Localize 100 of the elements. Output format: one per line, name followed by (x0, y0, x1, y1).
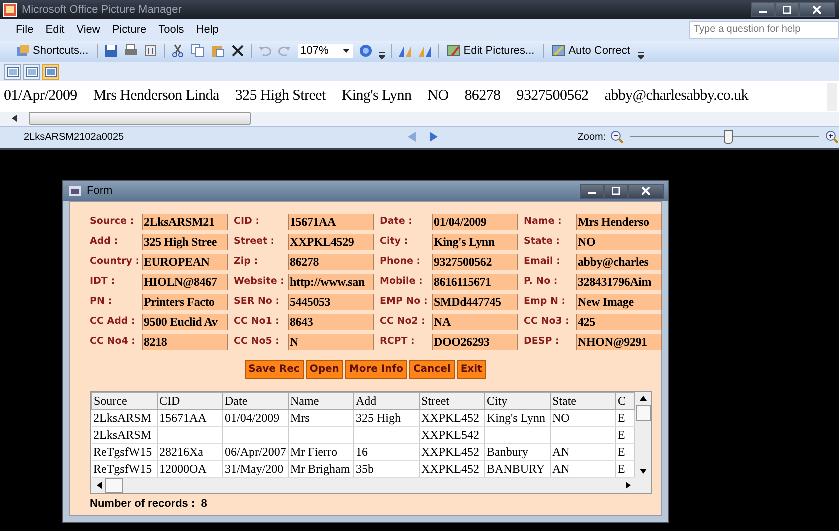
overflow-icon[interactable] (638, 50, 644, 60)
input-field[interactable]: SMDd447745 (432, 294, 518, 310)
vertical-scrollbar[interactable] (635, 392, 651, 478)
maximize-button[interactable] (604, 184, 628, 198)
input-field[interactable]: NHON@9291 (576, 334, 662, 350)
next-icon[interactable] (430, 132, 438, 142)
input-field[interactable]: 5445053 (288, 294, 374, 310)
input-field[interactable]: 86278 (288, 254, 374, 270)
input-field[interactable]: HIOLN@8467 (142, 274, 228, 290)
scroll-left-icon[interactable] (97, 482, 102, 489)
input-field[interactable]: 8643 (288, 314, 374, 330)
help-search-field[interactable]: Type a question for help (689, 20, 839, 39)
column-header[interactable]: Street (419, 392, 484, 410)
scroll-up-icon[interactable] (640, 396, 646, 401)
input-field[interactable]: 8218 (142, 334, 228, 350)
horizontal-scrollbar[interactable] (0, 112, 839, 126)
table-cell: XXPKL542 (422, 428, 480, 442)
input-field[interactable]: XXPKL4529 (288, 234, 374, 250)
auto-correct-button[interactable]: Auto Correct (550, 44, 632, 58)
scrollbar-thumb[interactable] (29, 112, 251, 126)
table-cell: 2LksARSM (94, 410, 152, 424)
scrollbar-thumb[interactable] (636, 405, 650, 421)
input-field[interactable]: King's Lynn (432, 234, 518, 250)
close-icon (642, 187, 650, 195)
input-field[interactable]: N (288, 334, 374, 350)
menu-item[interactable]: Help (196, 24, 219, 36)
column-header[interactable]: State (550, 392, 616, 410)
input-field[interactable]: 425 (576, 314, 662, 330)
menu-item[interactable]: Tools (158, 24, 184, 36)
table-cell: 325 High (356, 410, 401, 424)
close-button[interactable] (628, 184, 664, 198)
scroll-right-icon[interactable] (626, 482, 631, 489)
zoom-in-icon[interactable] (825, 130, 839, 144)
preview-text: King's Lynn (342, 88, 412, 106)
menu-item[interactable]: File (16, 24, 34, 36)
input-field[interactable]: 01/04/2009 (432, 214, 518, 230)
input-field[interactable]: 2LksARSM21 (142, 214, 228, 230)
overflow-icon[interactable] (378, 50, 385, 60)
input-field[interactable]: EUROPEAN (142, 254, 228, 270)
menu-item[interactable]: Edit (46, 24, 65, 36)
scroll-down-icon[interactable] (640, 469, 646, 474)
field-label: Phone : (380, 255, 422, 269)
input-field[interactable]: 15671AA (288, 214, 374, 230)
field-label: Website : (234, 275, 282, 289)
form-button[interactable]: Save Rec (244, 360, 304, 379)
zoom-out-icon[interactable] (610, 130, 624, 144)
filmstrip-view-button[interactable] (23, 64, 40, 80)
input-field[interactable]: Printers Facto (142, 294, 228, 310)
vertical-scrollbar[interactable] (827, 82, 837, 111)
input-field[interactable]: 9327500562 (432, 254, 518, 270)
input-field[interactable]: NO (576, 234, 662, 250)
form-button[interactable]: Open (306, 360, 344, 379)
save-icon[interactable] (104, 44, 118, 58)
input-field[interactable]: http://www.san (288, 274, 374, 290)
input-field[interactable]: 9500 Euclid Av (142, 314, 228, 330)
form-button[interactable]: Exit (456, 360, 486, 379)
minimize-button[interactable] (580, 184, 604, 198)
paste-icon[interactable] (210, 44, 225, 58)
input-field[interactable]: 325 High Stree (142, 234, 228, 250)
input-field[interactable]: 328431796Aim (576, 274, 662, 290)
column-header[interactable]: CID (157, 392, 222, 410)
input-field[interactable]: NA (432, 314, 518, 330)
input-field[interactable]: abby@charles (576, 254, 662, 270)
input-field[interactable]: 8616115671 (432, 274, 518, 290)
single-picture-view-button[interactable] (42, 64, 59, 80)
column-header[interactable]: Add (354, 392, 419, 410)
edit-pictures-button[interactable]: Edit Pictures... (444, 44, 537, 58)
column-header[interactable]: Source (92, 392, 157, 410)
input-field[interactable]: Mrs Henderso (576, 214, 662, 230)
maximize-button[interactable] (775, 2, 799, 18)
form-button[interactable]: More Info (345, 360, 408, 379)
table-cell: 01/04/2009 (225, 410, 280, 424)
copy-icon[interactable] (190, 44, 205, 58)
delete-icon[interactable] (230, 44, 245, 58)
zoom-combo[interactable]: 107% (298, 44, 353, 58)
table-cell: AN (552, 462, 570, 476)
column-header[interactable]: City (484, 392, 550, 410)
scroll-left-icon[interactable] (12, 115, 17, 122)
cut-icon[interactable] (170, 44, 185, 58)
form-button[interactable]: Cancel (409, 360, 455, 379)
zoom-slider-thumb[interactable] (724, 130, 734, 144)
column-header[interactable]: C (616, 392, 634, 410)
field-label: CC No1 : (234, 315, 280, 329)
shortcuts-button[interactable]: Shortcuts... (14, 44, 91, 58)
scrollbar-thumb[interactable] (105, 478, 123, 493)
input-field[interactable]: DOO26293 (432, 334, 518, 350)
thumbnail-view-button[interactable] (4, 64, 21, 80)
field-label: City : (380, 235, 410, 249)
help-icon[interactable] (358, 44, 373, 58)
horizontal-scrollbar[interactable] (91, 478, 651, 493)
column-header[interactable]: Date (222, 392, 288, 410)
input-field[interactable]: New Image (576, 294, 662, 310)
field-label: Add : (90, 235, 120, 249)
menu-item[interactable]: View (76, 24, 100, 36)
field-label: Emp N : (524, 295, 567, 309)
table-cell: NO (552, 410, 570, 424)
menu-item[interactable]: Picture (112, 24, 147, 36)
column-header[interactable]: Name (288, 392, 354, 410)
close-button[interactable] (799, 2, 835, 18)
minimize-button[interactable] (751, 2, 775, 18)
